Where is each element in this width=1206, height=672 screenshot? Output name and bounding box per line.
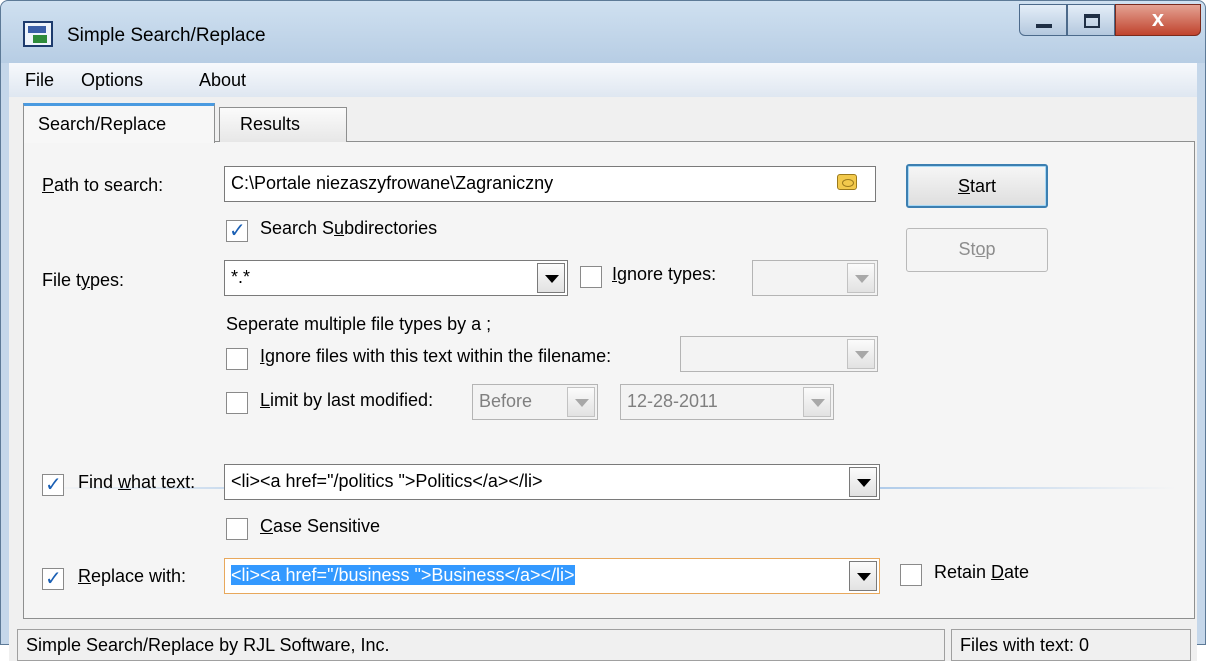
ignore-files-label: Ignore files with this text within the f… [260,346,612,366]
chevron-down-icon[interactable] [803,387,831,417]
status-bar: Simple Search/Replace by RJL Software, I… [9,627,1197,661]
check-icon: ✓ [229,220,246,242]
file-types-dropdown[interactable]: *.* [224,260,568,296]
chevron-down-icon[interactable] [567,387,595,417]
files-with-text-count: Files with text: 0 [951,629,1191,661]
retain-date-checkbox[interactable] [900,564,922,586]
file-types-hint: Seperate multiple file types by a ; [226,314,492,334]
case-sensitive-checkbox[interactable] [226,518,248,540]
ignore-types-checkbox[interactable] [580,266,602,288]
check-icon: ✓ [45,474,62,496]
title-bar[interactable]: Simple Search/Replace x [1,1,1205,63]
minimize-icon [1036,24,1052,28]
replace-label: Replace with: [78,566,187,586]
limit-modified-checkbox[interactable] [226,392,248,414]
retain-date-label: Retain Date [934,562,1030,582]
chevron-down-icon[interactable] [849,561,877,591]
maximize-icon [1084,14,1100,28]
search-subdirectories-checkbox[interactable]: ✓ [226,220,248,242]
replace-checkbox[interactable]: ✓ [42,568,64,590]
tab-results[interactable]: Results [219,107,347,142]
maximize-button[interactable] [1067,4,1115,36]
menu-about[interactable]: About [199,70,246,91]
start-button[interactable]: Start [906,164,1048,208]
menu-options[interactable]: Options [81,70,143,91]
status-text: Simple Search/Replace by RJL Software, I… [17,629,945,661]
stop-button[interactable]: Stop [906,228,1048,272]
search-subdirectories-label: Search Subdirectories [260,218,438,238]
window-title: Simple Search/Replace [67,25,266,46]
tab-label: Results [240,114,301,134]
folder-icon[interactable] [837,174,857,190]
app-icon[interactable] [23,21,53,47]
limit-modified-label: Limit by last modified: [260,390,434,410]
find-text-label: Find what text: [78,472,196,492]
case-sensitive-label: Case Sensitive [260,516,381,536]
tab-search-replace[interactable]: Search/Replace [23,103,215,143]
modified-when-dropdown[interactable]: Before [472,384,598,420]
minimize-button[interactable] [1019,4,1067,36]
find-text-input[interactable]: <li><a href="/politics ">Politics</a></l… [224,464,880,500]
check-icon: ✓ [45,568,62,590]
ignore-types-label: Ignore types: [612,264,717,284]
replace-input[interactable]: <li><a href="/business ">Business</a></l… [224,558,880,594]
ignore-files-checkbox[interactable] [226,348,248,370]
app-window: Simple Search/Replace x File Options Abo… [0,0,1206,661]
search-replace-panel: Path to search: C:\Portale niezaszyfrowa… [23,141,1195,619]
ignore-types-dropdown[interactable] [752,260,878,296]
path-label: Path to search: [42,175,164,195]
find-text-checkbox[interactable]: ✓ [42,474,64,496]
chevron-down-icon[interactable] [847,339,875,369]
close-icon: x [1151,6,1165,31]
chevron-down-icon[interactable] [847,263,875,293]
ignore-files-dropdown[interactable] [680,336,878,372]
client-area: Search/Replace Results Path to search: C… [9,97,1197,627]
menu-bar: File Options About [9,63,1197,97]
modified-date-picker[interactable]: 12-28-2011 [620,384,834,420]
path-input[interactable]: C:\Portale niezaszyfrowane\Zagraniczny [224,166,876,202]
close-button[interactable]: x [1115,4,1201,36]
file-types-label: File types: [42,270,125,290]
chevron-down-icon[interactable] [537,263,565,293]
menu-file[interactable]: File [25,70,54,91]
chevron-down-icon[interactable] [849,467,877,497]
tab-label: Search/Replace [38,114,167,134]
